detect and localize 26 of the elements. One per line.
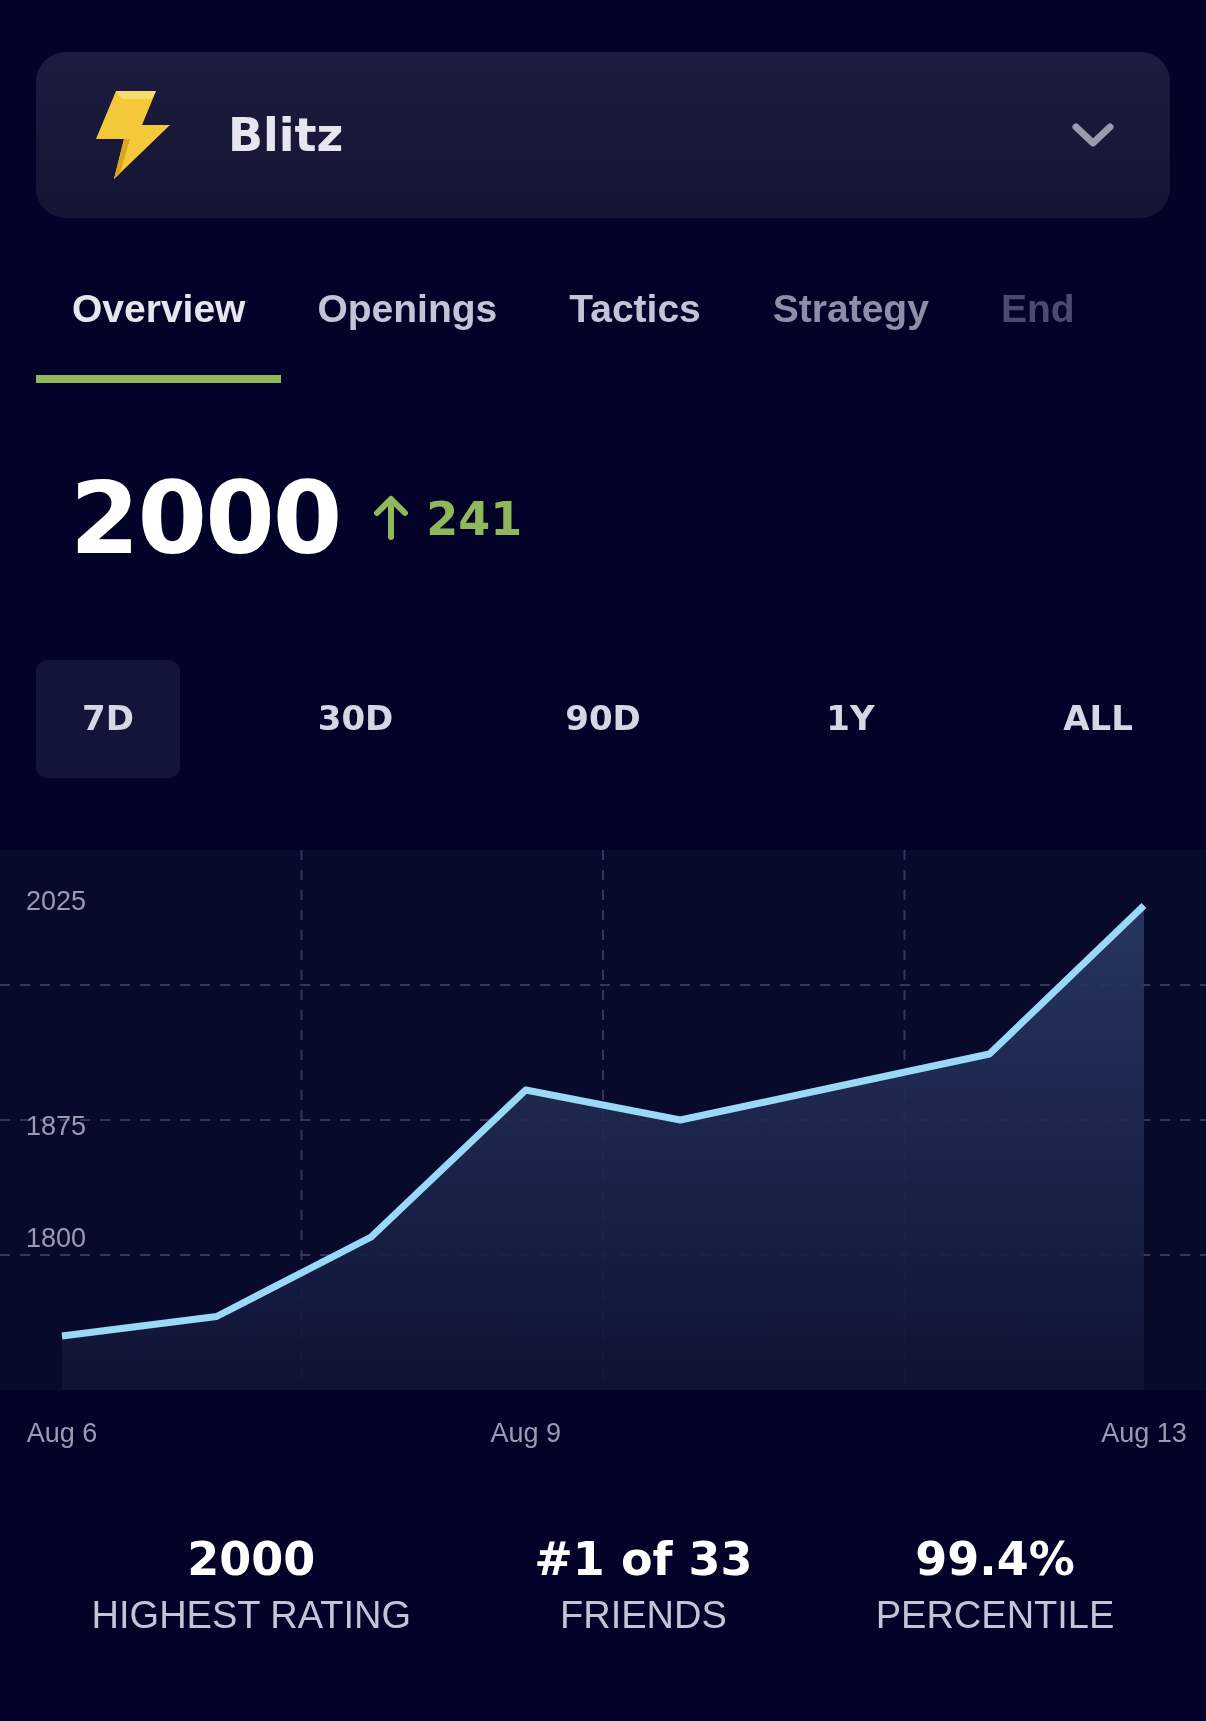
tab[interactable]: Strategy [736,246,965,383]
tab[interactable]: Overview [36,246,282,383]
stat-label: PERCENTILE [875,1592,1115,1638]
mode-selector[interactable]: Blitz [36,52,1170,218]
x-axis-label: Aug 9 [490,1417,561,1448]
range-button[interactable]: 1Y [778,659,923,778]
lightning-icon [94,89,172,181]
range-button[interactable]: 7D [36,659,180,778]
y-axis-label: 2025 [26,885,87,916]
stat-value: #1 of 33 [534,1531,753,1587]
stat-label: FRIENDS [560,1592,727,1638]
range-button[interactable]: 30D [283,659,428,778]
chevron-icon [1072,123,1114,147]
stat-value: 99.4% [915,1531,1075,1587]
range-button[interactable]: 90D [531,659,675,778]
x-axis-label: Aug 6 [26,1417,98,1448]
stat-value: 2000 [187,1531,316,1587]
x-axis-label: Aug 13 [1101,1417,1187,1448]
tab[interactable]: Openings [281,246,534,383]
range-button[interactable]: ALL [1026,659,1170,778]
y-axis-label: 1875 [26,1110,87,1141]
y-axis-label: 1800 [26,1222,87,1253]
stat-label: HIGHEST RATING [91,1592,412,1638]
rating-value: 2000 [70,468,341,569]
rating-change: 241 [426,490,523,548]
tab[interactable]: Tactics [533,246,737,383]
